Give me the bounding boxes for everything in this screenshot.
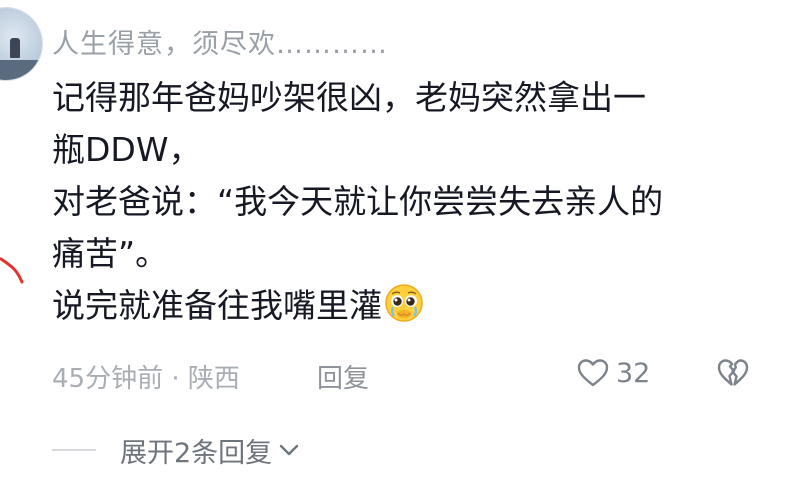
pleading-face-emoji [385, 284, 423, 322]
comment-body: 记得那年爸妈吵架很凶，老妈突然拿出一 瓶DDW， 对老爸说：“我今天就让你尝尝失… [52, 72, 792, 332]
time-location: 45分钟前 · 陕西 [52, 364, 240, 394]
avatar[interactable] [0, 8, 42, 80]
comment-line-4: 痛苦”。 [52, 234, 169, 273]
heart-outline-icon [577, 359, 609, 387]
comment-line-2: 瓶DDW， [52, 130, 202, 169]
reply-button[interactable]: 回复 [317, 358, 369, 395]
avatar-ground [0, 60, 42, 80]
username[interactable]: 人生得意，须尽欢………… [52, 22, 388, 61]
expand-replies-button[interactable]: 展开2条回复 [52, 430, 302, 470]
like-button[interactable]: 32 [576, 356, 650, 390]
broken-heart-outline-icon [717, 359, 749, 386]
expand-divider [52, 449, 96, 451]
chevron-down-icon [279, 444, 299, 456]
annotation-mark [0, 257, 24, 284]
avatar-figure [10, 38, 20, 58]
like-count: 32 [616, 357, 651, 389]
comment-line-3: 对老爸说：“我今天就让你尝尝失去亲人的 [52, 182, 664, 221]
comment-line-5: 说完就准备往我嘴里灌 [52, 286, 382, 325]
comment-line-1: 记得那年爸妈吵架很凶，老妈突然拿出一 [52, 78, 646, 117]
dislike-button[interactable] [716, 356, 750, 397]
comment-item: 人生得意，须尽欢………… 记得那年爸妈吵架很凶，老妈突然拿出一 瓶DDW， 对老… [0, 0, 800, 479]
expand-replies-label: 展开2条回复 [120, 437, 273, 469]
comment-line-5-wrap: 说完就准备往我嘴里灌 [52, 280, 792, 332]
comment-meta: 45分钟前 · 陕西 回复 32 [52, 356, 792, 396]
